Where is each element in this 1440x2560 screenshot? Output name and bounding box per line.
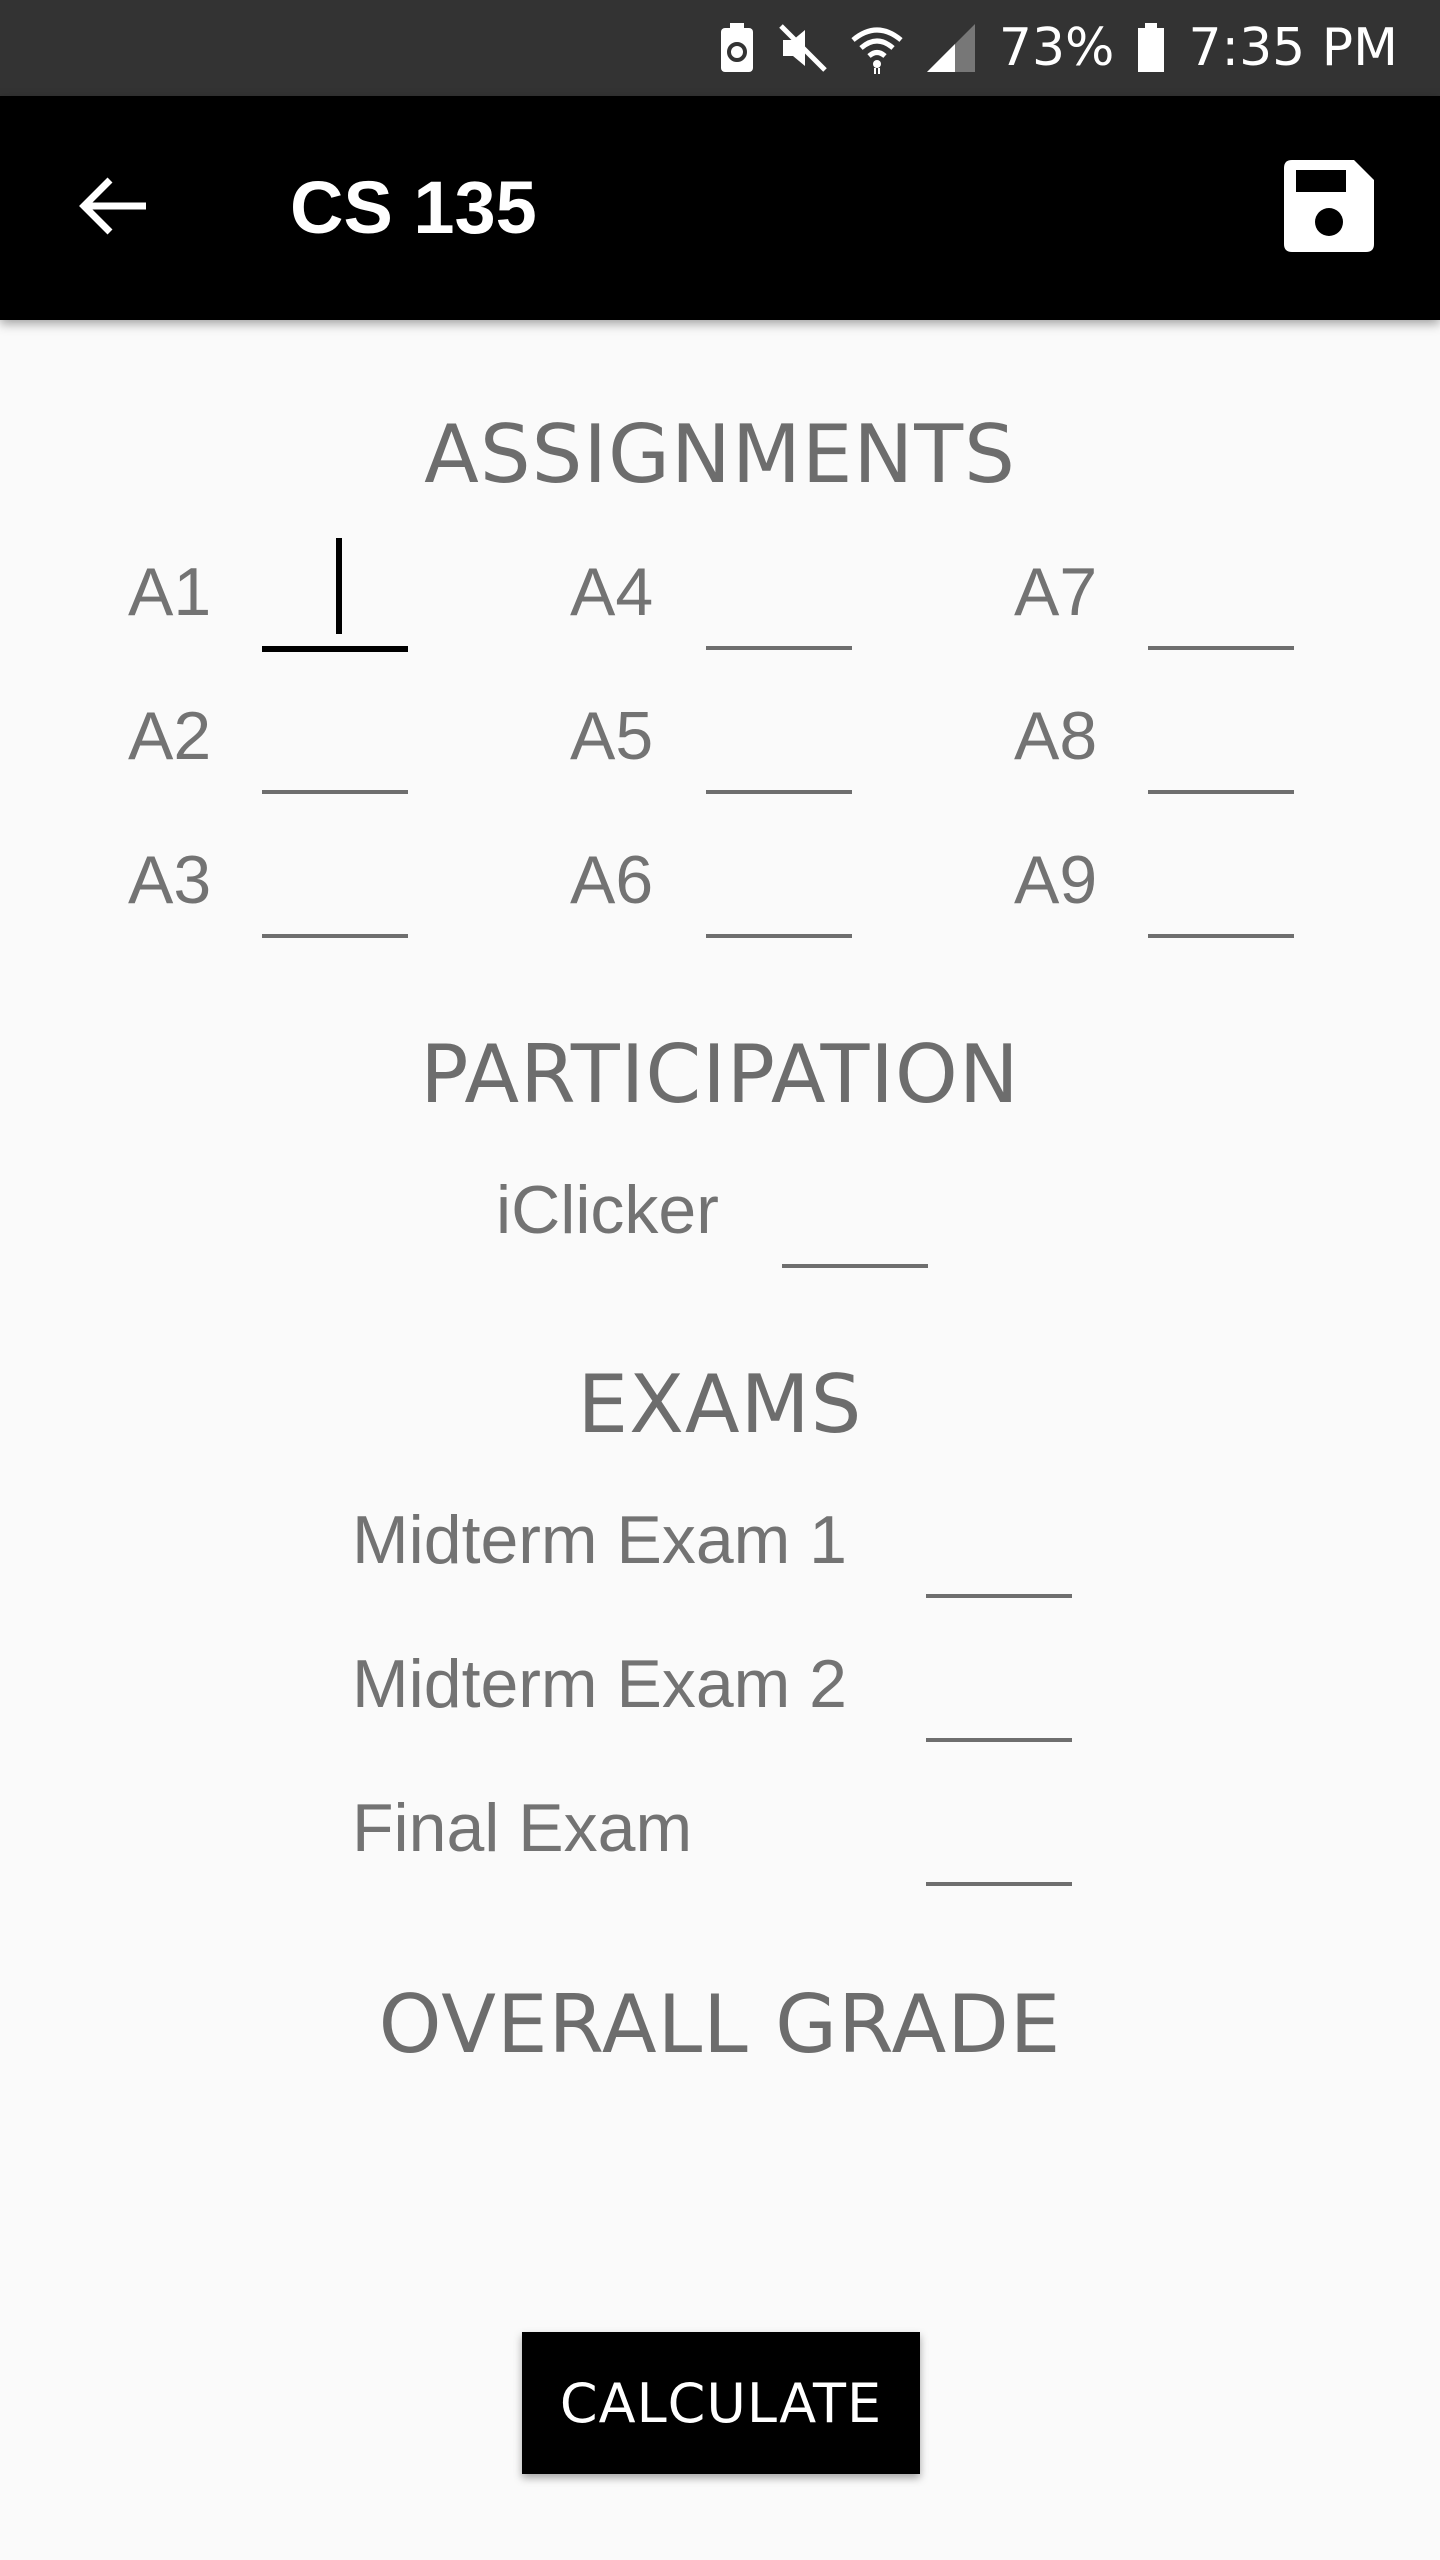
- calculate-button[interactable]: CALCULATE: [522, 2332, 920, 2474]
- final-exam-label: Final Exam: [352, 1790, 693, 1866]
- midterm-2-input[interactable]: [926, 1668, 1072, 1742]
- assignment-label-a6: A6: [570, 842, 654, 918]
- assignment-label-a7: A7: [1014, 554, 1098, 630]
- participation-heading: PARTICIPATION: [420, 1028, 1020, 1121]
- assignment-label-a8: A8: [1014, 698, 1098, 774]
- iclicker-input[interactable]: [782, 1194, 928, 1268]
- assignment-input-a8[interactable]: [1148, 720, 1294, 794]
- iclicker-label: iClicker: [496, 1172, 719, 1248]
- text-cursor: [336, 538, 342, 634]
- assignment-label-a2: A2: [128, 698, 212, 774]
- assignment-input-a1[interactable]: [262, 576, 408, 652]
- midterm-1-label: Midterm Exam 1: [352, 1502, 847, 1578]
- assignment-input-a4[interactable]: [706, 576, 852, 650]
- status-icons: 73% 7:35 PM: [719, 0, 1398, 96]
- assignment-label-a9: A9: [1014, 842, 1098, 918]
- assignment-input-a6[interactable]: [706, 864, 852, 938]
- status-time: 7:35 PM: [1188, 18, 1398, 78]
- signal-icon: [925, 22, 977, 74]
- assignment-input-a7[interactable]: [1148, 576, 1294, 650]
- overall-grade-heading: OVERALL GRADE: [378, 1978, 1062, 2071]
- assignment-label-a3: A3: [128, 842, 212, 918]
- assignment-label-a5: A5: [570, 698, 654, 774]
- app-bar: CS 135: [0, 96, 1440, 320]
- assignment-label-a4: A4: [570, 554, 654, 630]
- assignment-input-a2[interactable]: [262, 720, 408, 794]
- save-button[interactable]: [1276, 156, 1380, 260]
- assignment-input-a5[interactable]: [706, 720, 852, 794]
- battery-percent: 73%: [998, 18, 1115, 78]
- arrow-back-icon: [76, 168, 152, 249]
- exams-heading: EXAMS: [577, 1358, 863, 1451]
- midterm-1-input[interactable]: [926, 1524, 1072, 1598]
- midterm-2-label: Midterm Exam 2: [352, 1646, 847, 1722]
- battery-icon: [1136, 22, 1166, 74]
- page-title: CS 135: [290, 166, 537, 249]
- assignment-label-a1: A1: [128, 554, 212, 630]
- assignment-input-a3[interactable]: [262, 864, 408, 938]
- wifi-icon: [851, 22, 903, 74]
- status-bar: 73% 7:35 PM: [0, 0, 1440, 96]
- back-button[interactable]: [72, 166, 156, 250]
- assignments-heading: ASSIGNMENTS: [424, 408, 1016, 501]
- assignment-input-a9[interactable]: [1148, 864, 1294, 938]
- battery-saver-icon: [719, 22, 755, 74]
- mute-icon: [777, 22, 829, 74]
- save-icon: [1278, 156, 1378, 261]
- final-exam-input[interactable]: [926, 1812, 1072, 1886]
